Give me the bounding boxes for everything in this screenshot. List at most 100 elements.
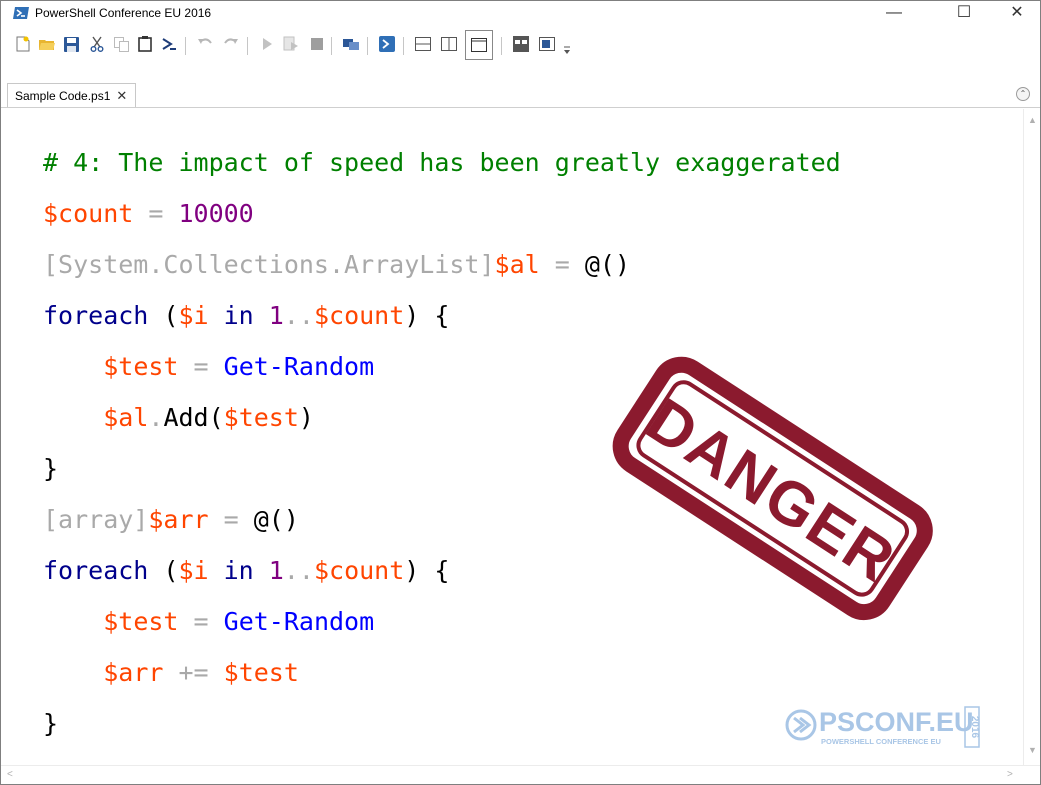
horizontal-scrollbar[interactable]: < > [1,765,1040,784]
logo-text: PSCONF.EU [819,707,974,737]
code-token: $count [313,556,405,585]
code-token: $i [178,556,209,585]
code-line[interactable]: $count = 10000 [43,188,841,239]
code-token: 1 [268,556,284,585]
undo-icon[interactable] [195,33,215,55]
code-token: Add [163,403,209,432]
code-token: in [208,301,269,330]
scroll-left-icon[interactable]: < [7,769,13,780]
remote-tab-icon[interactable] [341,33,361,55]
copy-icon[interactable] [111,33,131,55]
code-line[interactable]: [System.Collections.ArrayList]$al = @() [43,239,841,290]
code-token: ) { [404,301,450,330]
code-token: += [163,658,224,687]
scroll-down-icon[interactable]: ▼ [1028,745,1037,755]
window-title: PowerShell Conference EU 2016 [35,6,212,20]
code-token: 10000 [178,199,254,228]
toolbar-separator [367,37,368,55]
psconf-logo: PSCONF.EU POWERSHELL CONFERENCE EU 2016 [785,706,980,748]
toolbar-separator [247,37,248,55]
overflow-icon[interactable] [557,39,577,61]
cut-icon[interactable] [87,33,107,55]
code-token: = [539,250,585,279]
code-token: $al [494,250,540,279]
code-line[interactable]: $arr += $test [43,647,841,698]
code-token: Get-Random [223,352,375,381]
logo-subtext: POWERSHELL CONFERENCE EU [821,737,941,746]
danger-stamp: DANGER [612,356,933,621]
tab-label: Sample Code.ps1 [15,88,111,103]
title-bar: PowerShell Conference EU 2016 — ☐ ✕ [1,1,1040,25]
show-commands-icon[interactable] [511,33,531,55]
code-token: # 4: The impact of speed has been greatl… [43,148,841,177]
run-icon[interactable] [257,33,277,55]
code-token: $i [178,301,209,330]
code-token: $count [43,199,134,228]
paste-icon[interactable] [135,33,155,55]
scroll-up-icon[interactable]: ▲ [1028,115,1037,125]
logo-year: 2016 [969,716,980,739]
stop-icon[interactable] [307,33,327,55]
code-token: } [43,709,59,738]
code-token: ) { [404,556,450,585]
code-token: ( [148,301,179,330]
toolbar [1,25,1040,63]
layout-top-icon[interactable] [413,33,433,55]
collapse-script-pane-icon[interactable]: ⌃ [1016,87,1030,101]
code-token: $arr [148,505,209,534]
code-token: @() [253,505,299,534]
code-token: foreach [43,556,149,585]
toolbar-separator [403,37,404,55]
code-token: $arr [103,658,164,687]
run-selection-icon[interactable] [281,33,301,55]
code-token: $al [103,403,149,432]
powershell-app-icon [13,7,29,19]
ise-window: PowerShell Conference EU 2016 — ☐ ✕ Samp… [0,0,1041,785]
tab-close-icon[interactable]: ✕ [116,88,127,104]
vertical-scrollbar[interactable]: ▲ ▼ [1023,109,1040,765]
code-token: } [43,454,59,483]
code-token: 1 [268,301,284,330]
save-icon[interactable] [61,33,81,55]
code-line[interactable]: } [43,698,841,749]
code-token: $test [223,658,299,687]
new-icon[interactable] [13,33,33,55]
maximize-button[interactable]: ☐ [941,1,987,25]
code-token: ) [298,403,314,432]
toolbar-separator [331,37,332,55]
scroll-right-icon[interactable]: > [1007,769,1013,780]
code-token: $count [313,301,405,330]
code-token: .. [283,556,314,585]
code-token: $test [103,607,179,636]
code-token: in [208,556,269,585]
console-icon[interactable] [159,33,179,55]
code-token: foreach [43,301,149,330]
code-token: = [178,352,224,381]
code-token: @() [584,250,631,279]
redo-icon[interactable] [221,33,241,55]
layout-max-icon[interactable] [465,30,493,60]
code-token: [array] [43,505,149,534]
open-icon[interactable] [37,33,57,55]
code-token: ( [208,403,224,432]
close-button[interactable]: ✕ [994,1,1040,25]
powershell-icon[interactable] [377,33,397,55]
code-token: $test [103,352,179,381]
code-token: Get-Random [223,607,375,636]
layout-right-icon[interactable] [439,33,459,55]
code-token: = [208,505,254,534]
code-token: [System.Collections.ArrayList] [43,250,495,279]
toolbar-separator [185,37,186,55]
tab-strip: Sample Code.ps1 ✕ [1,83,1040,108]
code-line[interactable]: foreach ($i in 1..$count) { [43,290,841,341]
code-line[interactable]: # 4: The impact of speed has been greatl… [43,137,841,188]
toolbar-separator [501,37,502,55]
minimize-button[interactable]: — [871,1,917,25]
code-token: = [133,199,179,228]
tab-sample-code[interactable]: Sample Code.ps1 ✕ [7,83,137,107]
code-token: .. [283,301,314,330]
show-addon-icon[interactable] [537,33,557,55]
